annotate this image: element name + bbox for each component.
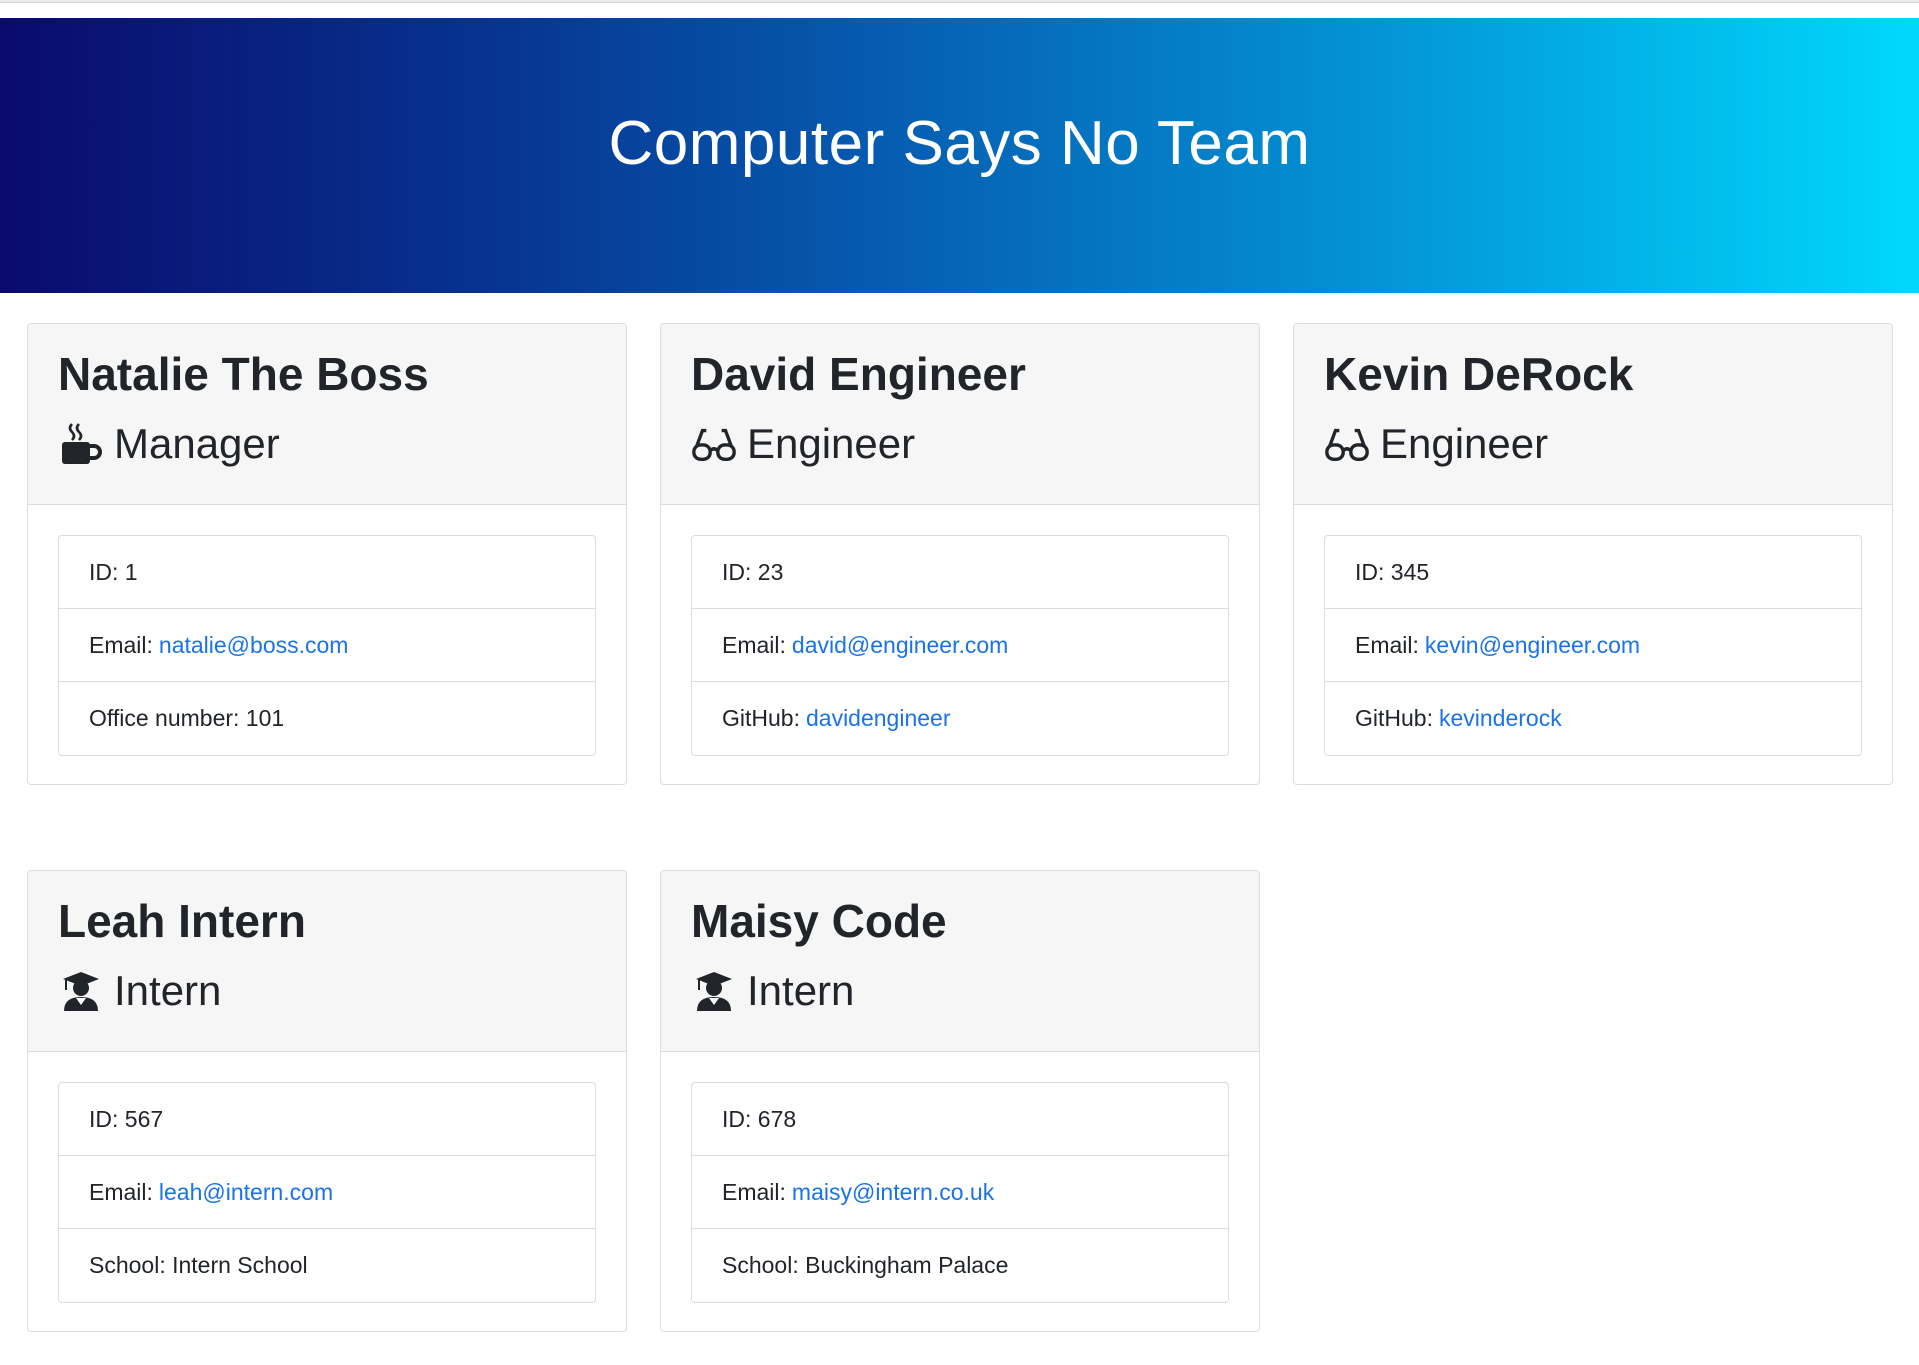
team-header: Computer Says No Team [0,18,1919,293]
employee-details: ID: 23 Email: david@engineer.com GitHub:… [691,535,1229,756]
card-body: ID: 567 Email: leah@intern.com School: I… [28,1052,626,1331]
employee-school: School: Intern School [59,1229,595,1302]
employee-role: Intern [58,961,596,1021]
github-link[interactable]: kevinderock [1439,705,1562,732]
github-link[interactable]: davidengineer [806,705,951,732]
email-label: Email: [722,1178,786,1205]
browser-top-line [0,0,1919,3]
employee-id: ID: 567 [59,1083,595,1156]
employee-details: ID: 1 Email: natalie@boss.com Office num… [58,535,596,756]
employee-card-intern: Maisy Code Intern ID: 678 Email: maisy@i… [660,870,1260,1332]
employee-email: Email: natalie@boss.com [59,609,595,682]
role-label: Intern [114,967,222,1014]
graduate-icon [691,968,737,1014]
employee-role: Intern [691,961,1229,1021]
email-link[interactable]: leah@intern.com [159,1179,333,1206]
employee-role: Manager [58,414,596,474]
coffee-icon [58,421,104,467]
email-label: Email: [89,1178,153,1205]
employee-email: Email: leah@intern.com [59,1156,595,1229]
employee-card-engineer: David Engineer Engineer ID: 23 Email: da… [660,323,1260,785]
role-label: Engineer [1380,420,1549,467]
employee-github: GitHub: davidengineer [692,682,1228,755]
role-label: Engineer [747,420,916,467]
employee-card-engineer: Kevin DeRock Engineer ID: 345 Email: kev… [1293,323,1893,785]
card-header: Maisy Code Intern [661,871,1259,1052]
employee-details: ID: 678 Email: maisy@intern.co.uk School… [691,1082,1229,1303]
employee-github: GitHub: kevinderock [1325,682,1861,755]
employee-email: Email: david@engineer.com [692,609,1228,682]
employee-details: ID: 345 Email: kevin@engineer.com GitHub… [1324,535,1862,756]
id-text: ID: 1 [89,558,138,585]
employee-school: School: Buckingham Palace [692,1229,1228,1302]
employee-id: ID: 1 [59,536,595,609]
role-label: Intern [747,967,855,1014]
card-body: ID: 23 Email: david@engineer.com GitHub:… [661,505,1259,784]
school-text: School: Buckingham Palace [722,1252,1009,1278]
page-title: Computer Says No Team [608,109,1311,178]
github-label: GitHub: [722,705,800,731]
employee-role: Engineer [691,414,1229,474]
card-header: Leah Intern Intern [28,871,626,1052]
employee-name: Kevin DeRock [1324,348,1634,400]
role-label: Manager [114,420,280,467]
card-body: ID: 1 Email: natalie@boss.com Office num… [28,505,626,784]
employee-card-intern: Leah Intern Intern ID: 567 Email: leah@i… [27,870,627,1332]
glasses-icon [691,421,737,467]
team-grid: Natalie The Boss Manager ID: 1 Email: na… [0,293,1919,1332]
email-label: Email: [89,631,153,658]
id-text: ID: 23 [722,558,784,585]
github-label: GitHub: [1355,705,1433,731]
email-link[interactable]: maisy@intern.co.uk [792,1179,994,1206]
employee-email: Email: maisy@intern.co.uk [692,1156,1228,1229]
card-header: Natalie The Boss Manager [28,324,626,505]
employee-name: Maisy Code [691,895,947,947]
employee-id: ID: 678 [692,1083,1228,1156]
card-body: ID: 345 Email: kevin@engineer.com GitHub… [1294,505,1892,784]
email-link[interactable]: david@engineer.com [792,632,1008,659]
id-text: ID: 345 [1355,558,1430,585]
id-text: ID: 678 [722,1105,797,1132]
card-body: ID: 678 Email: maisy@intern.co.uk School… [661,1052,1259,1331]
email-link[interactable]: natalie@boss.com [159,632,349,659]
employee-role: Engineer [1324,414,1862,474]
employee-email: Email: kevin@engineer.com [1325,609,1861,682]
employee-name: David Engineer [691,348,1026,400]
employee-name: Natalie The Boss [58,348,429,400]
employee-id: ID: 345 [1325,536,1861,609]
office-number-text: Office number: 101 [89,705,285,731]
employee-office-number: Office number: 101 [59,682,595,755]
card-header: Kevin DeRock Engineer [1294,324,1892,505]
employee-details: ID: 567 Email: leah@intern.com School: I… [58,1082,596,1303]
employee-name: Leah Intern [58,895,306,947]
email-link[interactable]: kevin@engineer.com [1425,632,1640,659]
id-text: ID: 567 [89,1105,164,1132]
graduate-icon [58,968,104,1014]
card-header: David Engineer Engineer [661,324,1259,505]
employee-id: ID: 23 [692,536,1228,609]
email-label: Email: [722,631,786,658]
school-text: School: Intern School [89,1252,308,1278]
glasses-icon [1324,421,1370,467]
email-label: Email: [1355,631,1419,658]
employee-card-manager: Natalie The Boss Manager ID: 1 Email: na… [27,323,627,785]
